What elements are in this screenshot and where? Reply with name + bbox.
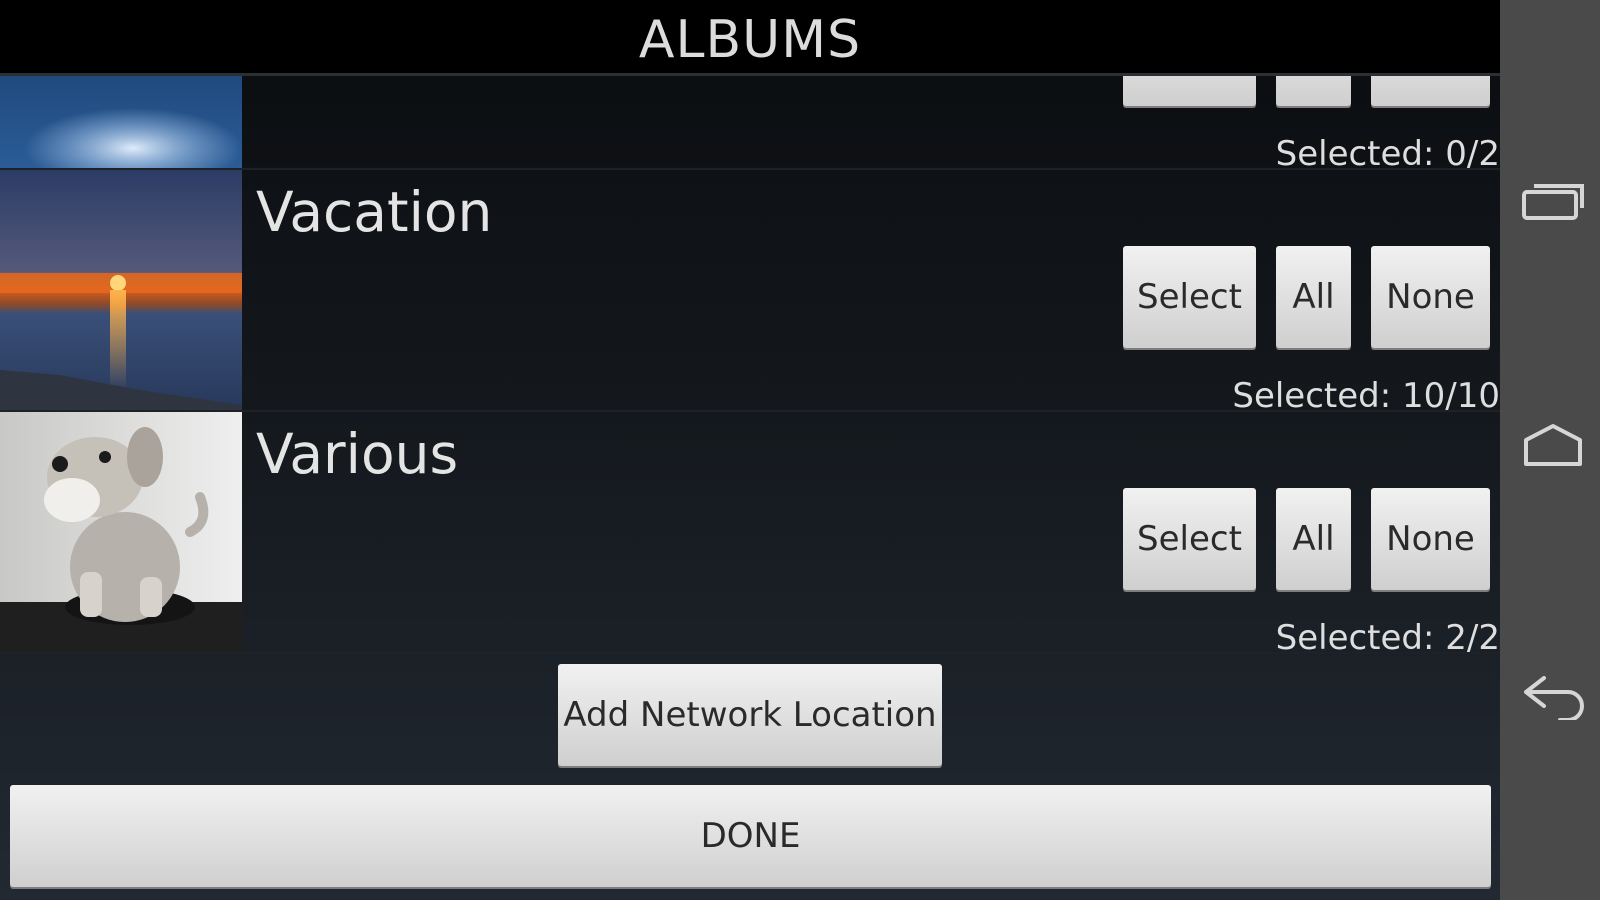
title-bar: ALBUMS: [0, 0, 1500, 76]
album-row: Various Select All None Selected: 2/2: [0, 412, 1500, 658]
selected-count: Selected: 0/2: [1275, 134, 1500, 174]
selected-count: Selected: 2/2: [1275, 618, 1500, 658]
album-thumbnail-ocean[interactable]: [0, 76, 242, 168]
add-network-location-button[interactable]: Add Network Location: [558, 664, 942, 766]
none-button[interactable]: None: [1371, 246, 1490, 348]
all-button[interactable]: All: [1276, 246, 1351, 348]
system-navigation-bar: [1500, 0, 1600, 900]
album-thumbnail-plush-dog[interactable]: [0, 412, 242, 652]
select-button[interactable]: Select: [1123, 488, 1256, 590]
done-button[interactable]: DONE: [10, 785, 1491, 887]
album-list[interactable]: Selected: 0/2 Vacation Select All None S…: [0, 76, 1500, 668]
album-thumbnail-sunset[interactable]: [0, 170, 242, 410]
app-window: ALBUMS Selected: 0/2 Vacation Select All…: [0, 0, 1500, 900]
none-button[interactable]: None: [1371, 488, 1490, 590]
none-button[interactable]: [1371, 76, 1490, 106]
album-row: Selected: 0/2: [0, 76, 1500, 174]
select-button[interactable]: [1123, 76, 1256, 106]
album-name: Vacation: [256, 180, 493, 244]
selected-count: Selected: 10/10: [1232, 376, 1500, 416]
back-icon[interactable]: [1518, 670, 1588, 722]
all-button[interactable]: All: [1276, 488, 1351, 590]
all-button[interactable]: [1276, 76, 1351, 106]
recent-apps-icon[interactable]: [1518, 178, 1588, 228]
page-title: ALBUMS: [638, 10, 862, 70]
album-row: Vacation Select All None Selected: 10/10: [0, 170, 1500, 416]
album-name: Various: [256, 422, 459, 486]
select-button[interactable]: Select: [1123, 246, 1256, 348]
home-icon[interactable]: [1518, 420, 1588, 470]
